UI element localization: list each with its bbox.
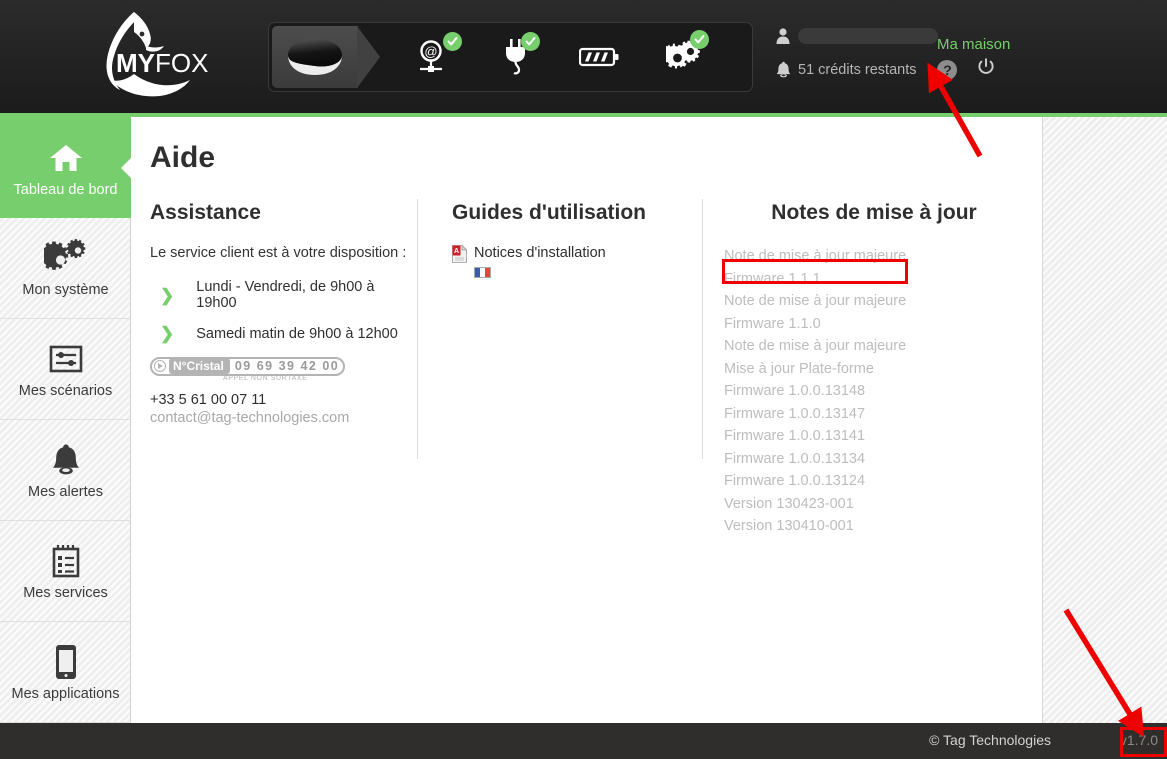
- copyright-label: © Tag Technologies: [929, 732, 1051, 748]
- french-flag-icon: [474, 267, 491, 278]
- page-title: Aide: [150, 141, 216, 174]
- cristal-number: 09 69 39 42 00: [234, 359, 340, 373]
- question-mark-icon[interactable]: ?: [937, 59, 958, 80]
- sidebar-item-label: Mes applications: [11, 686, 120, 702]
- power-off-icon[interactable]: [977, 58, 995, 81]
- help-columns: Assistance Le service client est à votre…: [132, 199, 1042, 601]
- cristal-badge: N°Cristal 09 69 39 42 00: [150, 356, 346, 376]
- pdf-file-icon: A: [452, 245, 467, 263]
- release-note-link[interactable]: Firmware 1.0.0.13147: [724, 403, 1024, 426]
- myfox-logo[interactable]: MYFOX: [78, 8, 208, 106]
- myfox-device-icon: [288, 39, 342, 75]
- bell-icon: [776, 61, 791, 78]
- nav-item-device[interactable]: [272, 26, 358, 88]
- assistance-intro: Le service client est à votre dispositio…: [150, 245, 407, 261]
- top-bar: MYFOX @ Ma maison 51 crédits restants ?: [0, 0, 1167, 113]
- guide-item-label[interactable]: Notices d'installation: [474, 245, 606, 261]
- assistance-hours-text: Samedi matin de 9h00 à 12h00: [196, 325, 398, 342]
- nav-item-power[interactable]: [480, 26, 552, 88]
- play-circle-icon: [154, 360, 166, 372]
- release-note-link[interactable]: Version 130423-001: [724, 493, 1024, 516]
- sidebar-item-mes-scenarios[interactable]: Mes scénarios: [0, 319, 131, 420]
- release-note-link[interactable]: Firmware 1.0.0.13148: [724, 380, 1024, 403]
- device-status-nav: @: [268, 22, 753, 92]
- sidebar-item-label: Mes alertes: [28, 484, 103, 500]
- sidebar: Tableau de bord Mon système Mes scénario…: [0, 117, 132, 723]
- smartphone-icon: [54, 642, 78, 682]
- cristal-note: APPEL NON SURTAXE: [223, 375, 308, 382]
- release-note-link[interactable]: Note de mise à jour majeure: [724, 290, 1024, 313]
- assistance-hours-row: ❯ Samedi matin de 9h00 à 12h00: [150, 325, 415, 342]
- column-divider: [417, 199, 418, 459]
- release-notes-section: Notes de mise à jour Note de mise à jour…: [724, 201, 1024, 538]
- chevron-right-icon: ❯: [160, 324, 175, 343]
- sidebar-item-label: Tableau de bord: [13, 181, 118, 198]
- guide-language-fr[interactable]: [474, 267, 722, 278]
- battery-icon: [579, 47, 619, 67]
- status-ok-badge: [443, 32, 462, 51]
- contact-email[interactable]: contact@tag-technologies.com: [150, 410, 415, 426]
- nav-item-network[interactable]: @: [399, 26, 471, 88]
- nav-item-settings[interactable]: [648, 26, 720, 88]
- main-content: Aide Assistance Le service client est à …: [132, 117, 1042, 723]
- cristal-phone-badge: N°Cristal 09 69 39 42 00 APPEL NON SURTA…: [150, 356, 415, 382]
- user-block: Ma maison 51 crédits restants ?: [776, 28, 1016, 90]
- sidebar-item-label: Mes scénarios: [18, 383, 113, 399]
- site-name-label[interactable]: Ma maison: [937, 36, 1010, 53]
- sidebar-item-tableau-de-bord[interactable]: Tableau de bord: [0, 117, 132, 218]
- nav-active-pointer: [357, 26, 380, 88]
- sidebar-item-mes-applications[interactable]: Mes applications: [0, 622, 131, 723]
- page-backdrop-stripes: [1042, 117, 1167, 723]
- release-note-link[interactable]: Firmware 1.1.1: [724, 268, 1024, 291]
- gears-icon: [43, 238, 88, 278]
- home-icon: [49, 138, 83, 178]
- release-note-link[interactable]: Mise à jour Plate-forme: [724, 358, 1024, 381]
- credits-label: 51 crédits restants: [798, 61, 917, 78]
- assistance-hours-text: Lundi - Vendredi, de 9h00 à 19h00: [196, 279, 375, 311]
- release-note-link[interactable]: Firmware 1.0.0.13124: [724, 470, 1024, 493]
- user-credits-row: 51 crédits restants ?: [776, 58, 995, 81]
- guides-heading: Guides d'utilisation: [452, 201, 647, 224]
- release-note-link[interactable]: Note de mise à jour majeure: [724, 335, 1024, 358]
- sidebar-item-mes-alertes[interactable]: Mes alertes: [0, 420, 131, 521]
- international-phone: +33 5 61 00 07 11: [150, 392, 267, 408]
- sliders-icon: [49, 339, 83, 379]
- assistance-hours-row: ❯ Lundi - Vendredi, de 9h00 à 19h00: [150, 279, 415, 311]
- sidebar-item-label: Mes services: [23, 585, 108, 601]
- status-ok-badge: [690, 30, 709, 49]
- cristal-label: N°Cristal: [169, 358, 230, 374]
- chevron-right-icon: ❯: [160, 285, 175, 305]
- release-notes-list: Note de mise à jour majeure Firmware 1.1…: [724, 245, 1024, 538]
- person-icon: [776, 28, 790, 44]
- app-root: MYFOX @ Ma maison 51 crédits restants ? …: [0, 0, 1167, 759]
- nav-item-battery[interactable]: [564, 26, 636, 88]
- sidebar-item-mes-services[interactable]: Mes services: [0, 521, 131, 622]
- release-notes-heading: Notes de mise à jour: [771, 201, 977, 224]
- sidebar-item-mon-systeme[interactable]: Mon système: [0, 218, 131, 319]
- guides-section: Guides d'utilisation A Notices d'install…: [452, 201, 722, 278]
- release-note-link[interactable]: Firmware 1.1.0: [724, 313, 1024, 336]
- release-note-link[interactable]: Version 130410-001: [724, 515, 1024, 538]
- version-label: v1.7.0: [1119, 732, 1158, 748]
- user-account-row: [776, 28, 938, 44]
- svg-text:A: A: [454, 248, 459, 255]
- assistance-heading: Assistance: [150, 201, 261, 224]
- logo-wordmark: MYFOX: [116, 48, 209, 78]
- guide-item[interactable]: A Notices d'installation: [452, 245, 722, 263]
- active-pointer: [121, 156, 132, 179]
- sidebar-item-label: Mon système: [22, 282, 109, 298]
- bell-icon: [51, 440, 81, 480]
- account-name-field[interactable]: [798, 28, 938, 44]
- release-note-link[interactable]: Firmware 1.0.0.13134: [724, 448, 1024, 471]
- clipboard-icon: [52, 541, 80, 581]
- footer: © Tag Technologies v1.7.0: [0, 723, 1167, 759]
- svg-text:@: @: [424, 44, 437, 59]
- release-note-link[interactable]: Firmware 1.0.0.13141: [724, 425, 1024, 448]
- assistance-section: Assistance Le service client est à votre…: [150, 201, 415, 426]
- status-ok-badge: [521, 32, 540, 51]
- release-note-link[interactable]: Note de mise à jour majeure: [724, 245, 1024, 268]
